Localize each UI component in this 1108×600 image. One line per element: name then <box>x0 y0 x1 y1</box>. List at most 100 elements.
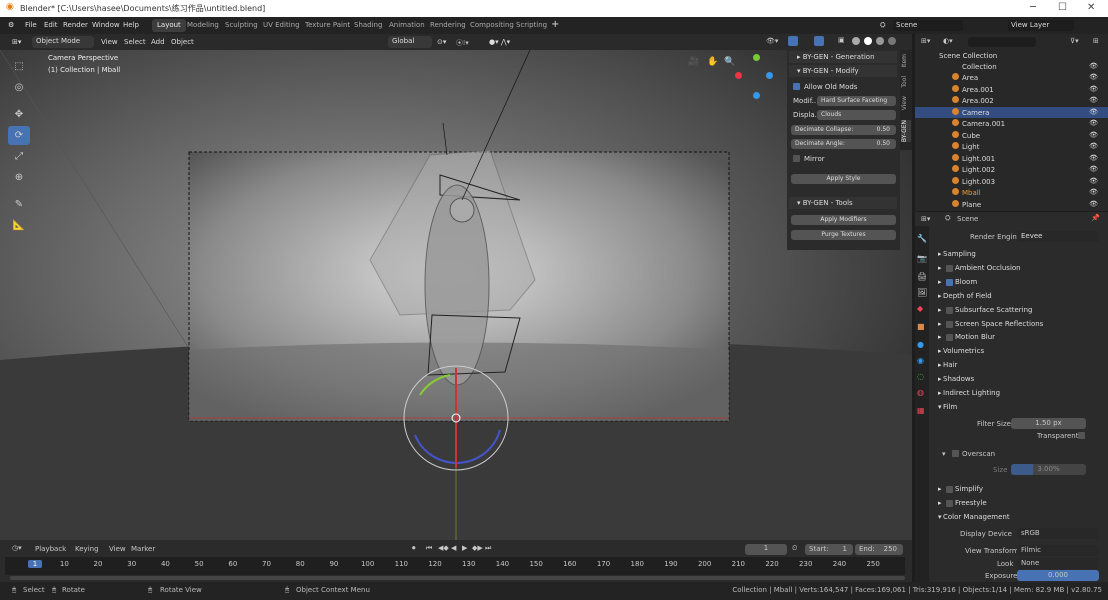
cursor-tool-icon[interactable]: ◎ <box>8 78 30 97</box>
section-motion-blur[interactable]: ▸ Motion Blur <box>938 333 1103 345</box>
overlay-toggle-icon[interactable] <box>814 36 824 46</box>
section-depth-of-field[interactable]: ▸ Depth of Field <box>938 292 1103 304</box>
menu-help[interactable]: Help <box>123 21 139 29</box>
material-tab-icon[interactable]: ◍ <box>917 388 924 397</box>
output-tab-icon[interactable]: 🖨 <box>917 272 927 281</box>
outliner-item[interactable]: Light 👁 <box>915 141 1108 152</box>
outliner-item[interactable]: Mball 👁 <box>915 187 1108 198</box>
start-frame-field[interactable]: Start: 1 <box>805 544 853 555</box>
menu-select[interactable]: Select <box>124 38 146 46</box>
pin-icon[interactable]: 📌 <box>1091 214 1100 222</box>
eye-icon[interactable]: 👁 <box>1089 177 1098 185</box>
jump-start-icon[interactable]: ⏮ <box>426 544 432 553</box>
overscan-checkbox[interactable] <box>952 450 959 457</box>
orientation-dropdown[interactable]: Global <box>388 36 432 48</box>
timeline-view-menu[interactable]: View <box>109 545 126 553</box>
purge-textures-button[interactable]: Purge Textures <box>791 230 896 240</box>
tab-tool[interactable]: Tool <box>901 76 911 88</box>
expand-arrow-icon[interactable]: ▸ <box>938 389 942 397</box>
next-keyframe-icon[interactable]: ◆▶ <box>472 544 483 552</box>
timeline-editor-icon[interactable]: ◷▾ <box>12 544 22 552</box>
tab-rendering[interactable]: Rendering <box>425 19 471 32</box>
tab-view[interactable]: View <box>901 96 911 110</box>
tab-sculpting[interactable]: Sculpting <box>220 19 263 32</box>
section-checkbox[interactable] <box>946 486 953 493</box>
transparent-checkbox[interactable] <box>1078 432 1085 439</box>
eye-icon[interactable]: 👁 <box>1089 73 1098 81</box>
render-engine-dropdown[interactable]: Eevee <box>1017 231 1099 242</box>
object-tab-icon[interactable]: ● <box>917 340 924 349</box>
outliner-item[interactable]: Area.001 👁 <box>915 84 1108 95</box>
current-frame-field[interactable]: 1 <box>745 544 787 555</box>
outliner-item[interactable]: Camera.001 👁 <box>915 118 1108 129</box>
outliner-item[interactable]: Camera 👁 <box>915 106 1108 118</box>
overscan-expand-icon[interactable]: ▾ <box>942 450 946 458</box>
scene-tab-icon[interactable]: ◆ <box>917 304 923 313</box>
view-layer-selector[interactable]: View Layer <box>1008 20 1074 31</box>
move-tool-icon[interactable]: ✥ <box>8 105 30 124</box>
view-transform-dropdown[interactable]: Filmic <box>1017 545 1099 556</box>
outliner-item[interactable]: Light.001 👁 <box>915 153 1108 164</box>
outliner-item[interactable]: Plane 👁 <box>915 199 1108 210</box>
clock-icon[interactable]: ⏲ <box>792 544 797 553</box>
mirror-checkbox[interactable] <box>793 155 800 162</box>
decimate-angle-field[interactable]: Decimate Angle: 0.50 <box>791 139 896 149</box>
outliner-item[interactable]: Area 👁 <box>915 72 1108 83</box>
section-screen-space-reflections[interactable]: ▸ Screen Space Reflections <box>938 320 1103 332</box>
section-simplify[interactable]: ▸ Simplify <box>938 485 1103 497</box>
expand-arrow-icon[interactable]: ▸ <box>938 485 942 493</box>
outliner-item[interactable]: Light.002 👁 <box>915 164 1108 175</box>
section-freestyle[interactable]: ▸ Freestyle <box>938 499 1103 511</box>
filter-icon[interactable]: ⊽▾ <box>1070 37 1079 45</box>
section-checkbox[interactable] <box>946 500 953 507</box>
eye-icon[interactable]: 👁 <box>1089 85 1098 93</box>
scene-selector[interactable]: Scene <box>893 20 963 31</box>
eye-icon[interactable]: 👁 <box>1089 154 1098 162</box>
texture-tab-icon[interactable]: ▦ <box>917 406 925 415</box>
transform-tool-icon[interactable]: ⊕ <box>8 168 30 187</box>
maximize-icon[interactable]: ☐ <box>1058 2 1067 13</box>
modifier-style-dropdown[interactable]: Hard Surface Faceting <box>817 96 896 106</box>
section-bloom[interactable]: ▸ Bloom <box>938 278 1103 290</box>
tab-scripting[interactable]: Scripting <box>511 19 552 32</box>
visibility-icon[interactable]: 👁▾ <box>766 37 778 45</box>
play-reverse-icon[interactable]: ◀ <box>451 544 456 552</box>
display-mode-icon[interactable]: ◐▾ <box>943 37 953 45</box>
section-checkbox[interactable] <box>946 334 953 342</box>
record-icon[interactable]: ⏺ <box>412 544 416 553</box>
axis-z-pos-icon[interactable] <box>766 72 773 79</box>
keying-menu[interactable]: Keying <box>75 545 99 553</box>
gizmo-toggle-icon[interactable] <box>788 36 798 46</box>
add-workspace-icon[interactable]: + <box>551 19 559 30</box>
section-hair[interactable]: ▸ Hair <box>938 361 1103 373</box>
shading-solid-icon[interactable] <box>864 37 872 45</box>
axis-z-icon[interactable] <box>753 92 760 99</box>
menu-file[interactable]: File <box>25 21 37 29</box>
tool-tab-icon[interactable]: 🔧 <box>917 234 927 243</box>
pan-hand-icon[interactable]: ✋ <box>707 57 718 67</box>
timeline-ruler[interactable]: 1 10 20 30 40 50 60 70 80 90 100 110 120 130 140 150 160… <box>5 557 905 575</box>
camera-view-icon[interactable]: 🎥 <box>688 57 699 67</box>
outliner-search-input[interactable] <box>968 37 1036 47</box>
zoom-icon[interactable]: 🔍 <box>724 57 735 67</box>
select-box-tool-icon[interactable]: ⬚ <box>8 57 30 76</box>
eye-icon[interactable]: 👁 <box>1089 200 1098 208</box>
expand-arrow-icon[interactable]: ▸ <box>938 278 942 286</box>
outliner-editor-icon[interactable]: ⊞▾ <box>921 37 930 45</box>
properties-editor-icon[interactable]: ⊞▾ <box>921 215 930 223</box>
apply-style-button[interactable]: Apply Style <box>791 174 896 184</box>
prev-keyframe-icon[interactable]: ◀◆ <box>438 544 449 552</box>
expand-arrow-icon[interactable]: ▸ <box>938 306 942 314</box>
axis-x-icon[interactable] <box>735 72 742 79</box>
section-checkbox[interactable] <box>946 278 953 286</box>
scene-icon[interactable]: ⛭ <box>880 21 886 30</box>
menu-edit[interactable]: Edit <box>44 21 58 29</box>
shading-rendered-icon[interactable] <box>888 37 896 45</box>
eye-icon[interactable]: 👁 <box>1089 96 1098 104</box>
blender-menu-icon[interactable]: ⚙ <box>8 21 14 29</box>
expand-arrow-icon[interactable]: ▸ <box>938 250 942 258</box>
tab-texture-paint[interactable]: Texture Paint <box>300 19 355 32</box>
section-film[interactable]: ▾ Film <box>938 403 1103 415</box>
world-tab-icon[interactable]: ■ <box>917 322 925 331</box>
playback-menu[interactable]: Playback <box>35 545 66 553</box>
